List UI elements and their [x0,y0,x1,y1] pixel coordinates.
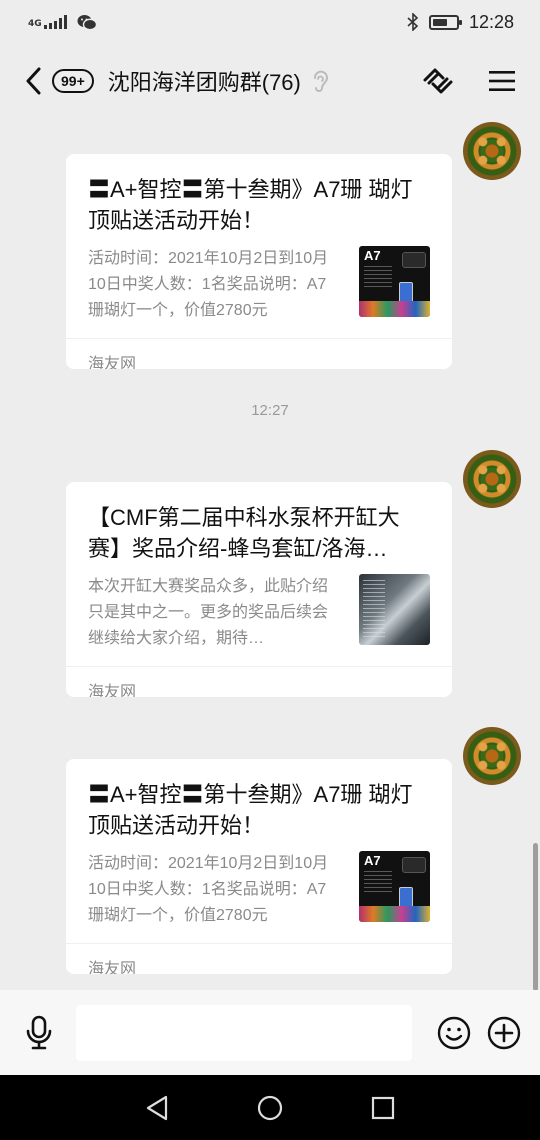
chat-header: 99+ 沈阳海洋团购群(76) [0,44,540,118]
nav-back-button[interactable] [137,1088,177,1128]
status-left: 4G [28,14,97,31]
link-card[interactable]: 〓A+智控〓第十叁期》A7珊 瑚灯顶贴送活动开始！ 活动时间：2021年10月2… [66,759,452,974]
link-card-thumbnail [359,574,430,645]
nav-home-button[interactable] [250,1088,290,1128]
voice-input-button[interactable] [20,1013,58,1053]
plus-circle-icon [487,1016,521,1049]
message-text-input[interactable] [76,1004,412,1061]
triangle-back-icon [146,1095,167,1120]
earpiece-mode-icon [313,70,328,92]
link-card-thumbnail: A7 [359,246,430,317]
nav-recents-button[interactable] [363,1088,403,1128]
thumbnail-label: A7 [364,853,381,868]
status-right: 12:28 [407,12,514,33]
open-link-button[interactable] [420,63,456,99]
link-card-source: 海友网 [66,666,452,697]
hamburger-menu-icon [489,71,515,91]
thumbnail-label: A7 [364,248,381,263]
wechat-icon [77,14,97,30]
input-actions [436,1015,522,1051]
link-card-title: 【CMF第二届中科水泵杯开缸大赛】奖品介绍-蜂鸟套缸/洛海… [88,505,400,561]
back-button[interactable] [20,61,46,101]
link-card-source: 海友网 [66,338,452,369]
chat-scrollbar[interactable] [533,843,538,991]
system-navigation-bar [0,1075,540,1140]
battery-icon [428,14,462,30]
link-card-description: 活动时间：2021年10月2日到10月10日中奖人数：1名奖品说明：A7珊瑚灯一… [88,855,329,924]
bluetooth-icon [407,13,419,31]
link-card-thumbnail: A7 [359,851,430,922]
status-bar: 4G 12:28 [0,0,540,44]
more-actions-button[interactable] [486,1015,522,1051]
link-card-source: 海友网 [66,943,452,974]
unread-badge[interactable]: 99+ [52,69,94,93]
chat-message-list[interactable]: 〓A+智控〓第十叁期》A7珊 瑚灯顶贴送活动开始！ 活动时间：2021年10月2… [0,118,540,990]
cellular-signal-icon: 4G [28,15,67,29]
link-card-description: 本次开缸大赛奖品众多，此贴介绍只是其中之一。更多的奖品后续会继续给大家介绍，期待… [88,578,329,647]
link-card[interactable]: 〓A+智控〓第十叁期》A7珊 瑚灯顶贴送活动开始！ 活动时间：2021年10月2… [66,154,452,369]
microphone-icon [26,1015,52,1049]
circle-home-icon [257,1095,283,1120]
square-recents-icon [372,1096,395,1119]
link-card-title: 〓A+智控〓第十叁期》A7珊 瑚灯顶贴送活动开始！ [88,782,413,838]
menu-button[interactable] [484,63,520,99]
chevron-left-icon [26,67,41,95]
smiley-icon [437,1016,471,1049]
avatar[interactable] [463,450,521,508]
chat-title: 沈阳海洋团购群(76) [107,70,301,95]
link-card-title: 〓A+智控〓第十叁期》A7珊 瑚灯顶贴送活动开始！ [88,177,413,233]
link-card[interactable]: 【CMF第二届中科水泵杯开缸大赛】奖品介绍-蜂鸟套缸/洛海… 本次开缸大赛奖品众… [66,482,452,697]
avatar[interactable] [463,122,521,180]
emoji-button[interactable] [436,1015,472,1051]
network-type-label: 4G [28,19,42,29]
header-actions [420,63,520,99]
status-time: 12:28 [468,11,514,32]
message-timestamp: 12:27 [251,402,289,419]
message-input-bar [0,990,540,1075]
link-arrow-icon [423,68,453,94]
avatar[interactable] [463,727,521,785]
link-card-description: 活动时间：2021年10月2日到10月10日中奖人数：1名奖品说明：A7珊瑚灯一… [88,250,329,319]
